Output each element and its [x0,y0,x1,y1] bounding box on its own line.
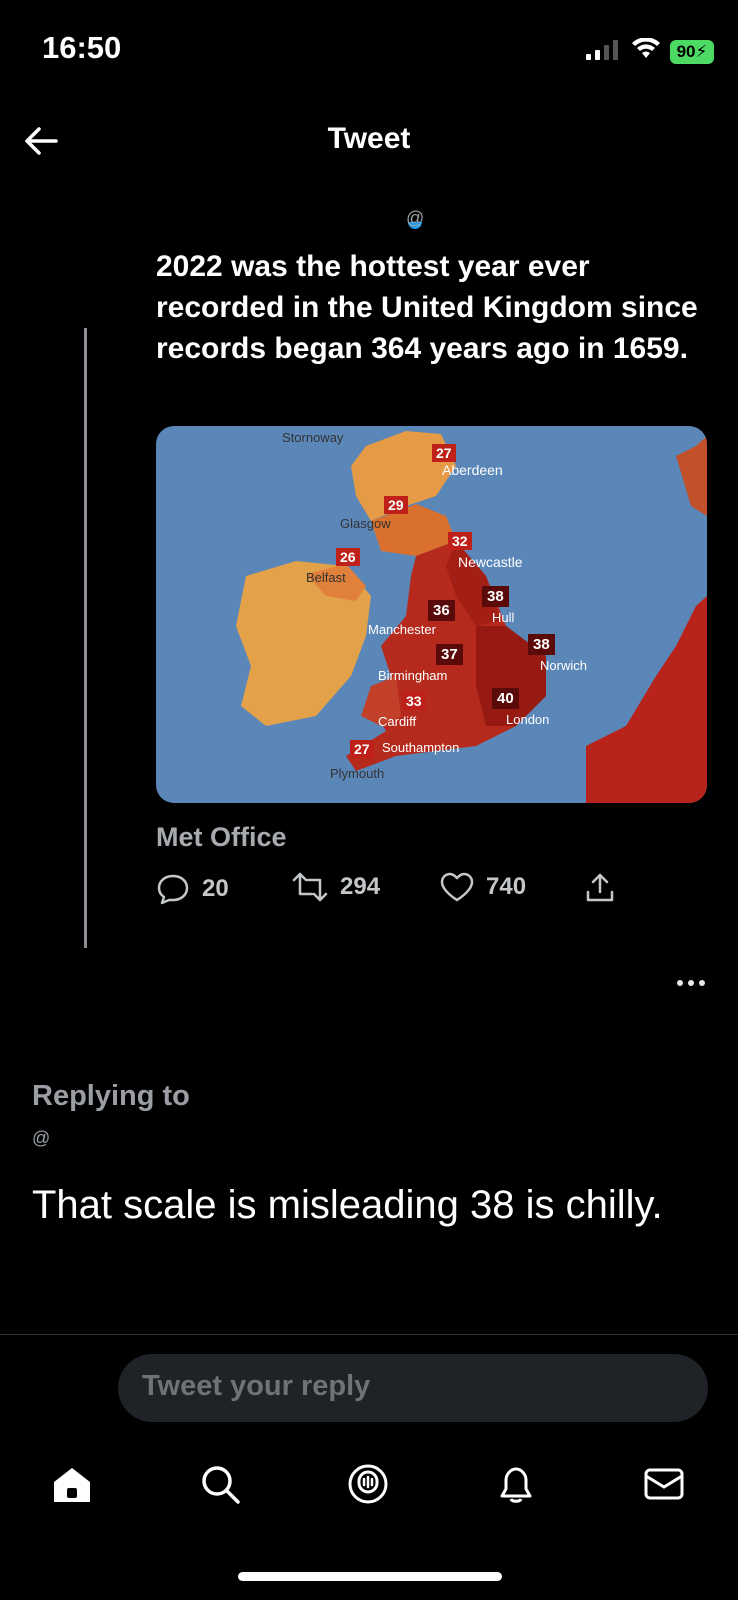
retweet-button[interactable]: 294 [292,872,380,902]
tweet-image-heat-map[interactable]: Stornoway 27 Aberdeen 29 Glasgow 26 Belf… [156,426,707,803]
like-button[interactable]: 740 [440,872,526,902]
home-indicator [238,1572,502,1581]
map-temp-badge: 27 [350,740,374,758]
map-temp-badge: 38 [482,586,509,607]
map-city-label: Aberdeen [442,462,503,478]
map-city-label: Manchester [368,622,436,637]
map-city-label: Newcastle [458,554,523,570]
cellular-signal-icon [586,40,618,60]
page-title: Tweet [327,122,411,155]
more-icon[interactable] [676,978,706,988]
replying-to-handle[interactable]: @ [32,1128,50,1149]
map-city-label: Belfast [306,570,346,585]
map-temp-badge: 40 [492,688,519,709]
map-temp-badge: 36 [428,600,455,621]
map-temp-badge: 38 [528,634,555,655]
like-count: 740 [486,873,527,900]
replying-to-label: Replying to [32,1080,190,1112]
map-city-label: Norwich [540,658,587,673]
reply-count: 20 [202,875,229,902]
map-city-label: Glasgow [340,516,391,531]
divider [0,1334,738,1335]
tweet-handle[interactable]: @ [406,208,424,229]
retweet-icon [292,872,328,902]
messages-icon[interactable] [642,1462,686,1506]
map-city-label: Southampton [382,740,460,755]
reply-text: That scale is misleading 38 is chilly. [32,1183,663,1227]
battery-indicator: 90⚡ [670,40,714,64]
search-icon[interactable] [198,1462,242,1506]
map-city-label: Cardiff [378,714,417,729]
like-icon [440,872,474,902]
notifications-icon[interactable] [494,1462,538,1506]
reply-input-placeholder: Tweet your reply [142,1370,371,1402]
map-temp-badge: 32 [448,532,472,550]
spaces-icon[interactable] [346,1462,390,1506]
map-city-label: London [506,712,550,727]
reply-button[interactable]: 20 [156,872,229,906]
map-city-label: Plymouth [330,766,385,781]
retweet-count: 294 [340,873,381,900]
tweet-text: 2022 was the hottest year ever recorded … [156,250,698,365]
share-icon [586,873,614,902]
reply-icon [157,874,189,905]
map-temp-badge: 27 [432,444,456,462]
thread-line [84,328,87,948]
battery-level: 90 [676,42,696,61]
map-temp-badge: 26 [336,548,360,566]
home-icon[interactable] [50,1462,94,1506]
map-city-label: Birmingham [378,668,448,683]
status-time: 16:50 [42,30,122,65]
map-city-label: Hull [492,610,515,625]
map-city-label: Stornoway [282,430,344,445]
map-temp-badge: 33 [402,692,426,710]
wifi-icon [632,38,660,58]
share-button[interactable] [584,872,628,904]
map-temp-badge: 37 [436,644,463,665]
map-temp-badge: 29 [384,496,408,514]
tweet-source: Met Office [156,822,287,852]
